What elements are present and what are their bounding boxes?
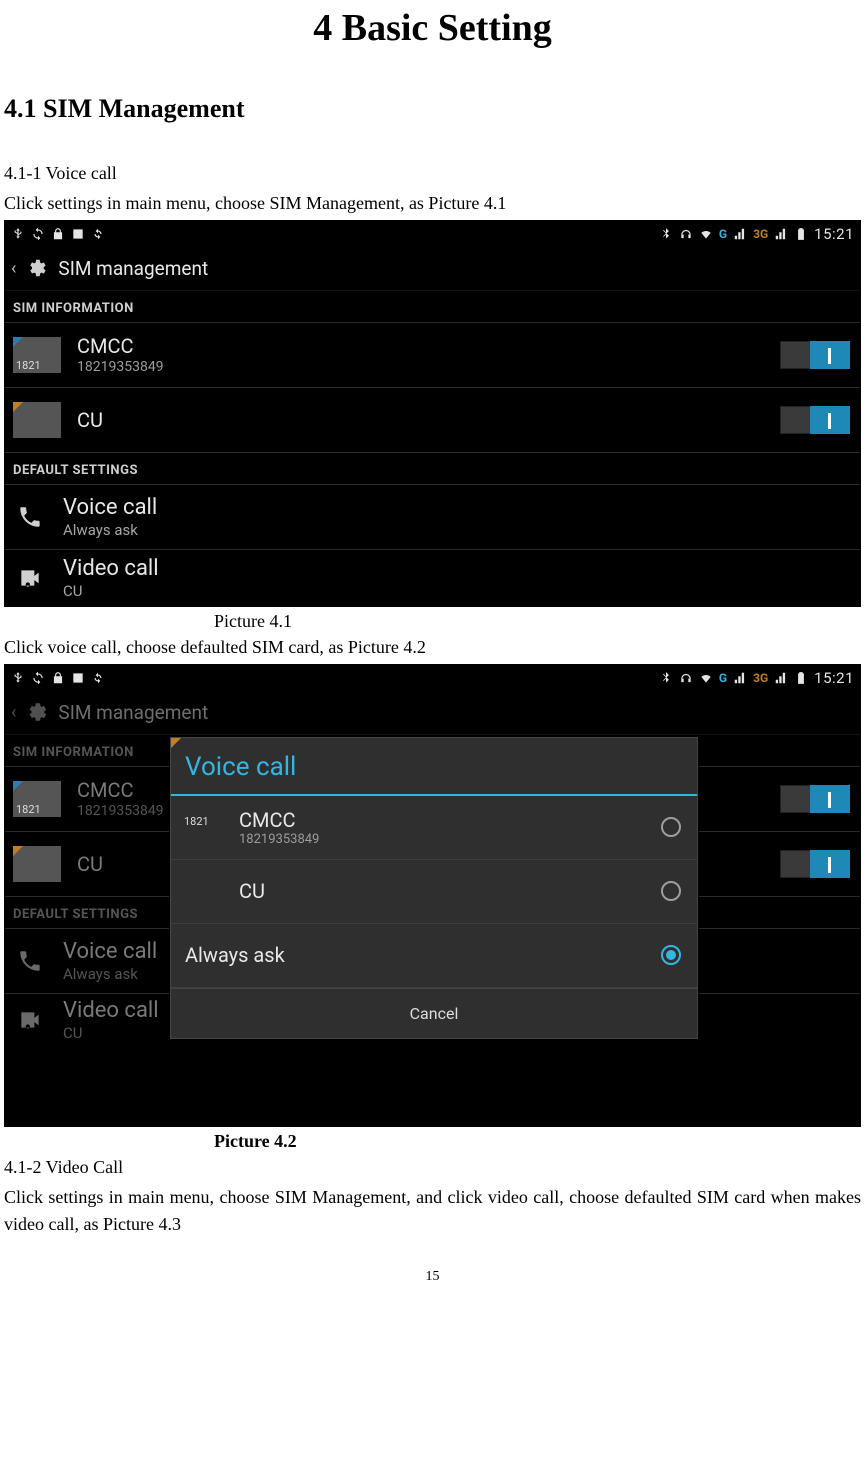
option-title: CMCC [239, 808, 647, 832]
section-sim-information: SIM INFORMATION [5, 291, 860, 322]
settings-gear-icon [26, 701, 48, 723]
battery-icon [794, 671, 808, 685]
network-g-label: G [719, 671, 727, 685]
sim-chip-icon: 1821 [13, 781, 61, 817]
sim-chip-number: 1821 [13, 358, 44, 373]
battery-icon [794, 227, 808, 241]
network-g-label: G [719, 227, 727, 241]
paragraph-instruction-1: Click settings in main menu, choose SIM … [4, 190, 861, 218]
app-bar: ‹ SIM management [5, 691, 860, 735]
voice-call-subtitle: Always ask [63, 521, 157, 539]
page-number: 15 [4, 1269, 861, 1285]
video-call-subtitle: CU [63, 1024, 159, 1042]
video-call-title: Video call [63, 556, 159, 581]
screenshot-picture-4-2: G 3G 15:21 ‹ SIM management SIM INFORMAT… [4, 664, 861, 1127]
caption-picture-4-2: Picture 4.2 [214, 1131, 861, 1152]
sim-chip-icon [13, 846, 61, 882]
bluetooth-icon [659, 671, 673, 685]
video-call-row[interactable]: Video call CU [5, 550, 860, 606]
voice-call-subtitle: Always ask [63, 965, 157, 983]
video-call-title: Video call [63, 998, 159, 1023]
image-icon [71, 671, 85, 685]
usb-icon [11, 227, 25, 241]
image-icon [71, 227, 85, 241]
option-title: CU [239, 879, 647, 903]
sim-chip-icon [181, 874, 225, 908]
signal1-icon [733, 671, 747, 685]
appbar-title: SIM management [58, 701, 208, 724]
sim-chip-number: 1821 [13, 802, 44, 817]
sim-toggle-cu [780, 850, 850, 878]
sim-row-cu[interactable]: CU [5, 388, 860, 452]
phone-icon [15, 504, 45, 530]
sim-chip-icon: 1821 [181, 810, 225, 844]
voice-call-dialog: Voice call 1821 CMCC 18219353849 CU Alwa… [170, 737, 698, 1039]
back-icon: ‹ [11, 702, 16, 723]
dialog-option-cmcc[interactable]: 1821 CMCC 18219353849 [171, 796, 697, 860]
sync-icon [31, 671, 45, 685]
network-3g-label: 3G [753, 227, 768, 241]
option-subtitle: 18219353849 [239, 832, 647, 847]
headphones-icon [679, 227, 693, 241]
option-title: Always ask [185, 943, 647, 967]
dialog-option-always-ask[interactable]: Always ask [171, 924, 697, 988]
video-call-icon [15, 1007, 45, 1033]
sync2-icon [91, 671, 105, 685]
network-3g-label: 3G [753, 671, 768, 685]
radio-unchecked[interactable] [661, 817, 681, 837]
sim-toggle-cmcc[interactable] [780, 341, 850, 369]
voice-call-row[interactable]: Voice call Always ask [5, 485, 860, 549]
status-bar: G 3G 15:21 [5, 221, 860, 247]
paragraph-instruction-2: Click voice call, choose defaulted SIM c… [4, 634, 861, 662]
sync-icon [31, 227, 45, 241]
paragraph-412: 4.1-2 Video Call [4, 1154, 861, 1182]
paragraph-instruction-3: Click settings in main menu, choose SIM … [4, 1184, 861, 1240]
radio-checked[interactable] [661, 945, 681, 965]
video-call-subtitle: CU [63, 582, 159, 600]
status-clock: 15:21 [814, 669, 854, 687]
radio-unchecked[interactable] [661, 881, 681, 901]
lock-icon [51, 227, 65, 241]
caption-picture-4-1: Picture 4.1 [214, 611, 861, 632]
status-bar: G 3G 15:21 [5, 665, 860, 691]
sim-toggle-cmcc [780, 785, 850, 813]
app-bar[interactable]: ‹ SIM management [5, 247, 860, 291]
dialog-title: Voice call [171, 738, 697, 796]
headphones-icon [679, 671, 693, 685]
sync2-icon [91, 227, 105, 241]
phone-icon [15, 948, 45, 974]
screenshot-picture-4-1: G 3G 15:21 ‹ SIM management SIM INFORMAT… [4, 220, 861, 607]
sim-toggle-cu[interactable] [780, 406, 850, 434]
bluetooth-icon [659, 227, 673, 241]
sim-number: 18219353849 [77, 359, 764, 375]
signal2-icon [774, 671, 788, 685]
section-default-settings: DEFAULT SETTINGS [5, 453, 860, 484]
paragraph-411: 4.1-1 Voice call [4, 160, 861, 188]
wifi-icon [699, 671, 713, 685]
back-icon[interactable]: ‹ [11, 258, 16, 279]
sim-chip-icon: 1821 [13, 337, 61, 373]
section-heading: 4.1 SIM Management [4, 94, 861, 124]
settings-gear-icon [26, 257, 48, 279]
page-title: 4 Basic Setting [4, 6, 861, 50]
wifi-icon [699, 227, 713, 241]
signal1-icon [733, 227, 747, 241]
sim-name: CU [77, 408, 764, 432]
sim-row-cmcc[interactable]: 1821 CMCC 18219353849 [5, 323, 860, 387]
sim-chip-number: 1821 [181, 814, 212, 829]
lock-icon [51, 671, 65, 685]
sim-name: CMCC [77, 334, 764, 358]
voice-call-title: Voice call [63, 495, 157, 520]
sim-chip-icon [13, 402, 61, 438]
signal2-icon [774, 227, 788, 241]
dialog-option-cu[interactable]: CU [171, 860, 697, 924]
usb-icon [11, 671, 25, 685]
status-clock: 15:21 [814, 225, 854, 243]
voice-call-title: Voice call [63, 939, 157, 964]
appbar-title: SIM management [58, 257, 208, 280]
dialog-cancel-button[interactable]: Cancel [171, 988, 697, 1038]
video-call-icon [15, 565, 45, 591]
